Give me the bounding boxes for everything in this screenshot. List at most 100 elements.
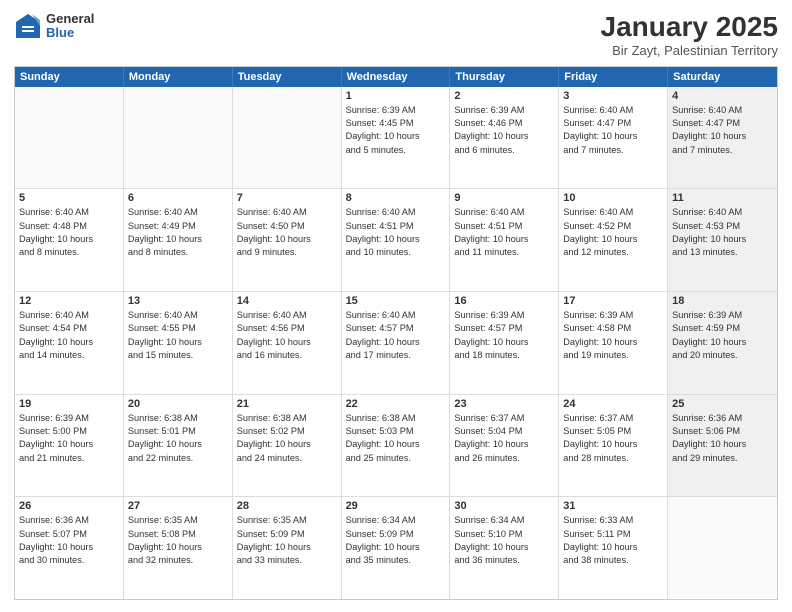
- day-info: Sunrise: 6:34 AMSunset: 5:09 PMDaylight:…: [346, 514, 446, 567]
- info-line: Sunrise: 6:36 AM: [19, 515, 89, 525]
- info-line: and 12 minutes.: [563, 247, 628, 257]
- info-line: Sunset: 4:54 PM: [19, 323, 87, 333]
- day-number: 12: [19, 295, 119, 307]
- header: General Blue January 2025 Bir Zayt, Pale…: [14, 12, 778, 58]
- day-number: 14: [237, 295, 337, 307]
- calendar-cell-5: 5Sunrise: 6:40 AMSunset: 4:48 PMDaylight…: [15, 189, 124, 291]
- info-line: Sunrise: 6:40 AM: [346, 207, 416, 217]
- info-line: and 28 minutes.: [563, 453, 628, 463]
- info-line: Daylight: 10 hours: [563, 439, 637, 449]
- day-number: 4: [672, 90, 773, 102]
- info-line: Sunrise: 6:36 AM: [672, 413, 742, 423]
- calendar: SundayMondayTuesdayWednesdayThursdayFrid…: [14, 66, 778, 600]
- info-line: and 8 minutes.: [19, 247, 79, 257]
- calendar-cell-26: 26Sunrise: 6:36 AMSunset: 5:07 PMDayligh…: [15, 497, 124, 599]
- info-line: and 18 minutes.: [454, 350, 519, 360]
- header-day-monday: Monday: [124, 67, 233, 87]
- info-line: Sunrise: 6:38 AM: [237, 413, 307, 423]
- info-line: Sunset: 4:59 PM: [672, 323, 740, 333]
- info-line: and 13 minutes.: [672, 247, 737, 257]
- info-line: Sunrise: 6:40 AM: [454, 207, 524, 217]
- day-info: Sunrise: 6:40 AMSunset: 4:52 PMDaylight:…: [563, 206, 663, 259]
- info-line: Sunrise: 6:40 AM: [128, 207, 198, 217]
- info-line: Daylight: 10 hours: [346, 234, 420, 244]
- day-info: Sunrise: 6:33 AM Sunset: 5:11 PM Daylight:…: [563, 514, 663, 567]
- calendar-cell-10: 10Sunrise: 6:40 AMSunset: 4:52 PMDayligh…: [559, 189, 668, 291]
- day-info: Sunrise: 6:37 AMSunset: 5:05 PMDaylight:…: [563, 412, 663, 465]
- info-line: Daylight: 10 hours: [19, 439, 93, 449]
- calendar-header: SundayMondayTuesdayWednesdayThursdayFrid…: [15, 67, 777, 87]
- day-number: 15: [346, 295, 446, 307]
- info-line: Daylight: 10 hours: [346, 542, 420, 552]
- info-line: and 35 minutes.: [346, 555, 411, 565]
- day-number: 16: [454, 295, 554, 307]
- info-line: Sunset: 5:11 PM: [563, 529, 630, 539]
- calendar-cell-20: 20Sunrise: 6:38 AMSunset: 5:01 PMDayligh…: [124, 395, 233, 497]
- logo-icon: [14, 12, 42, 40]
- info-line: and 7 minutes.: [563, 145, 623, 155]
- info-line: Daylight: 10 hours: [128, 234, 202, 244]
- calendar-cell-7: 7Sunrise: 6:40 AMSunset: 4:50 PMDaylight…: [233, 189, 342, 291]
- info-line: Sunrise: 6:33 AM: [563, 515, 633, 525]
- calendar-row-2: 12 Sunrise: 6:40 AMSunset: 4:54 PMDayligh…: [15, 291, 777, 394]
- day-number: 22: [346, 398, 446, 410]
- info-line: Sunset: 4:56 PM: [237, 323, 305, 333]
- day-number: 2: [454, 90, 554, 102]
- day-number: 20: [128, 398, 228, 410]
- info-line: and 21 minutes.: [19, 453, 84, 463]
- info-line: Sunset: 4:49 PM: [128, 221, 196, 231]
- info-line: Sunset: 5:07 PM: [19, 529, 87, 539]
- info-line: and 32 minutes.: [128, 555, 193, 565]
- logo-blue-text: Blue: [46, 26, 94, 40]
- calendar-cell-22: 22Sunrise: 6:38 AMSunset: 5:03 PMDayligh…: [342, 395, 451, 497]
- info-line: Sunset: 5:10 PM: [454, 529, 522, 539]
- info-line: Sunrise: 6:38 AM: [346, 413, 416, 423]
- info-line: Sunset: 5:05 PM: [563, 426, 631, 436]
- calendar-cell-31: 31 Sunrise: 6:33 AM Sunset: 5:11 PM Dayligh…: [559, 497, 668, 599]
- calendar-cell-6: 6Sunrise: 6:40 AMSunset: 4:49 PMDaylight…: [124, 189, 233, 291]
- info-line: Sunrise: 6:40 AM: [672, 105, 742, 115]
- day-number: 31: [563, 500, 663, 512]
- info-line: and 38 minutes.: [563, 555, 628, 565]
- day-number: 28: [237, 500, 337, 512]
- page: General Blue January 2025 Bir Zayt, Pale…: [0, 0, 792, 612]
- day-number: 19: [19, 398, 119, 410]
- calendar-cell-28: 28Sunrise: 6:35 AMSunset: 5:09 PMDayligh…: [233, 497, 342, 599]
- info-line: Daylight: 10 hours: [237, 439, 311, 449]
- info-line: Sunset: 4:57 PM: [346, 323, 414, 333]
- day-info: Sunrise: 6:39 AMSunset: 4:45 PMDaylight:…: [346, 104, 446, 157]
- info-line: Sunset: 5:02 PM: [237, 426, 305, 436]
- day-info: Sunrise: 6:40 AMSunset: 4:48 PMDaylight:…: [19, 206, 119, 259]
- info-line: and 25 minutes.: [346, 453, 411, 463]
- info-line: and 5 minutes.: [346, 145, 406, 155]
- info-line: and 19 minutes.: [563, 350, 628, 360]
- day-info: Sunrise: 6:40 AMSunset: 4:54 PMDaylight:…: [19, 309, 119, 362]
- calendar-cell-empty: [233, 87, 342, 189]
- day-info: Sunrise: 6:40 AMSunset: 4:47 PMDaylight:…: [672, 104, 773, 157]
- info-line: Sunset: 5:00 PM: [19, 426, 87, 436]
- calendar-cell-24: 24 Sunrise: 6:37 AMSunset: 5:05 PMDayligh…: [559, 395, 668, 497]
- info-line: and 10 minutes.: [346, 247, 411, 257]
- info-line: and 16 minutes.: [237, 350, 302, 360]
- info-line: Daylight: 10 hours: [563, 542, 637, 552]
- header-day-tuesday: Tuesday: [233, 67, 342, 87]
- day-info: Sunrise: 6:40 AMSunset: 4:56 PMDaylight:…: [237, 309, 337, 362]
- info-line: Daylight: 10 hours: [128, 542, 202, 552]
- calendar-cell-16: 16 Sunrise: 6:39 AMSunset: 4:57 PMDayligh…: [450, 292, 559, 394]
- info-line: Daylight: 10 hours: [128, 439, 202, 449]
- day-number: 24: [563, 398, 663, 410]
- info-line: and 15 minutes.: [128, 350, 193, 360]
- day-info: Sunrise: 6:39 AMSunset: 4:57 PMDaylight:…: [454, 309, 554, 362]
- day-number: 21: [237, 398, 337, 410]
- info-line: Sunset: 4:47 PM: [563, 118, 631, 128]
- info-line: and 22 minutes.: [128, 453, 193, 463]
- calendar-cell-2: 2Sunrise: 6:39 AMSunset: 4:46 PMDaylight…: [450, 87, 559, 189]
- calendar-cell-18: 18Sunrise: 6:39 AMSunset: 4:59 PMDayligh…: [668, 292, 777, 394]
- logo-text: General Blue: [46, 12, 94, 41]
- month-title: January 2025: [601, 12, 778, 43]
- info-line: Sunrise: 6:34 AM: [454, 515, 524, 525]
- info-line: Sunrise: 6:40 AM: [563, 207, 633, 217]
- calendar-cell-4: 4 Sunrise: 6:40 AMSunset: 4:47 PMDaylight…: [668, 87, 777, 189]
- calendar-cell-14: 14 Sunrise: 6:40 AMSunset: 4:56 PMDayligh…: [233, 292, 342, 394]
- header-day-wednesday: Wednesday: [342, 67, 451, 87]
